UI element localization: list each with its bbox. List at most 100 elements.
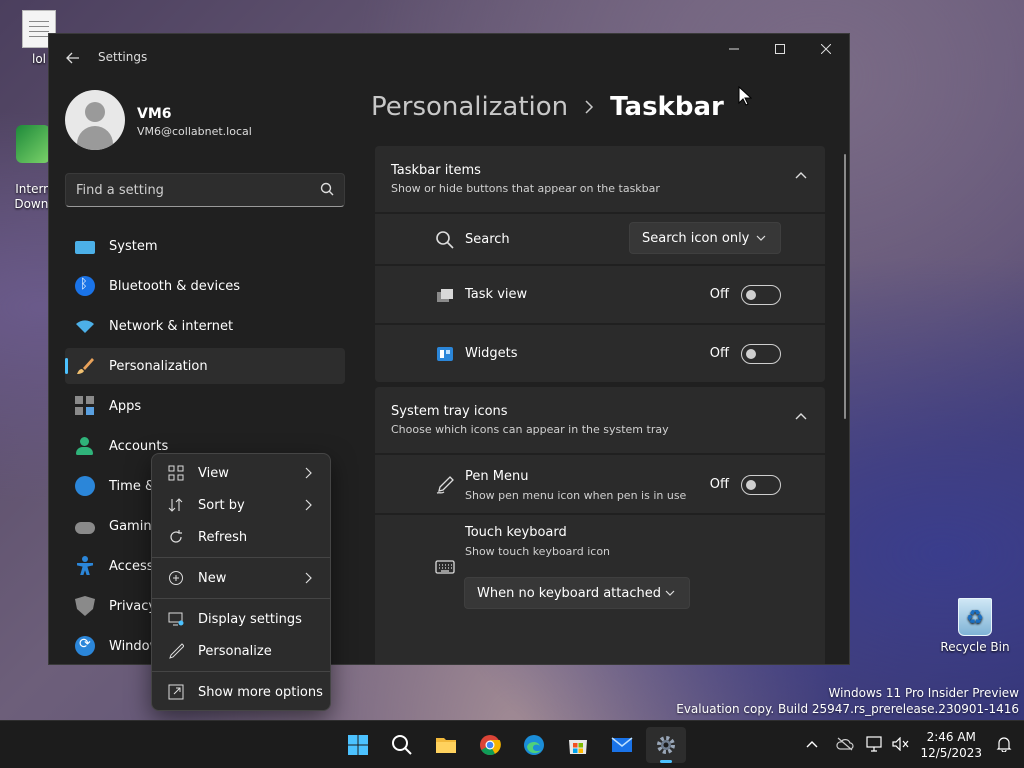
menu-separator [152, 671, 330, 672]
volume-muted-icon[interactable] [892, 737, 910, 751]
taskbar-settings[interactable] [646, 727, 686, 763]
menu-item-show-more-options[interactable]: Show more options [156, 677, 326, 707]
edge-icon [524, 735, 544, 755]
refresh-icon [170, 530, 182, 543]
sidebar-item-bluetooth[interactable]: Bluetooth & devices [65, 268, 345, 304]
chrome-icon [480, 735, 501, 756]
back-button[interactable] [61, 46, 85, 70]
cloud-offline-icon[interactable] [836, 737, 854, 751]
task-view-icon [437, 289, 453, 302]
chevron-down-icon [756, 235, 766, 241]
taskbar: 2:46 AM 12/5/2023 [0, 720, 1024, 768]
sidebar-item-label: Network & internet [109, 318, 234, 334]
title-bar[interactable]: Settings [49, 34, 849, 82]
brush-icon [77, 358, 94, 374]
taskbar-mail[interactable] [602, 727, 642, 763]
search-icon [436, 231, 454, 249]
sidebar-item-label: System [109, 238, 158, 254]
section-title: Taskbar items [391, 163, 481, 178]
taskbar-edge[interactable] [514, 727, 554, 763]
accessibility-icon [75, 556, 95, 576]
pen-icon [169, 643, 184, 659]
globe-clock-icon [75, 476, 95, 496]
taskbar-items-header[interactable]: Taskbar items Show or hide buttons that … [375, 146, 825, 212]
minimize-button[interactable] [711, 34, 757, 66]
arrow-left-icon [66, 52, 79, 64]
gamepad-icon [75, 521, 95, 534]
menu-item-sort-by[interactable]: Sort by [156, 490, 326, 520]
system-tray-header[interactable]: System tray icons Choose which icons can… [375, 387, 825, 453]
taskbar-chrome[interactable] [470, 727, 510, 763]
scrollbar[interactable] [844, 154, 846, 419]
menu-item-refresh[interactable]: Refresh [156, 522, 326, 552]
sidebar-item-personalization[interactable]: Personalization [65, 348, 345, 384]
breadcrumb-parent[interactable]: Personalization [371, 92, 568, 122]
pen-icon [436, 476, 454, 494]
download-manager-icon [16, 125, 50, 163]
chevron-right-icon [585, 100, 594, 114]
network-icon[interactable] [866, 736, 884, 752]
store-icon [569, 740, 587, 754]
section-description: Choose which icons can appear in the sys… [391, 423, 669, 436]
section-description: Show or hide buttons that appear on the … [391, 182, 660, 195]
monitor-icon [75, 240, 95, 254]
start-button[interactable] [338, 727, 378, 763]
row-label: Pen Menu [465, 469, 529, 484]
menu-item-label: Show more options [198, 684, 323, 700]
row-label: Search [465, 232, 510, 247]
chevron-up-icon[interactable] [795, 170, 807, 182]
mouse-cursor-icon [738, 86, 752, 106]
folder-icon [436, 738, 456, 753]
search-input[interactable] [66, 174, 306, 206]
sidebar-item-apps[interactable]: Apps [65, 388, 345, 424]
pen-menu-row: Pen Menu Show pen menu icon when pen is … [375, 453, 825, 513]
gear-icon [657, 736, 675, 754]
page-title: Taskbar [610, 92, 724, 122]
row-label: Widgets [465, 346, 518, 361]
menu-item-new[interactable]: New [156, 563, 326, 593]
menu-item-view[interactable]: View [156, 458, 326, 488]
taskbar-store[interactable] [558, 727, 598, 763]
touch-keyboard-dropdown[interactable]: When no keyboard attached [464, 577, 690, 609]
grid-icon [168, 465, 184, 481]
section-title: System tray icons [391, 404, 508, 419]
close-icon [820, 43, 832, 55]
toggle-state: Off [709, 346, 729, 361]
dropdown-value: When no keyboard attached [477, 585, 661, 601]
chevron-up-icon[interactable] [806, 739, 818, 749]
widgets-icon [437, 347, 453, 361]
search-box[interactable] [65, 173, 345, 207]
chevron-up-icon[interactable] [795, 411, 807, 423]
menu-item-label: Personalize [198, 643, 272, 659]
notification-bell-icon[interactable] [996, 736, 1012, 752]
clock[interactable]: 2:46 AM 12/5/2023 [920, 729, 982, 761]
task-view-toggle[interactable] [741, 285, 781, 305]
plus-circle-icon [169, 571, 183, 585]
chevron-right-icon [305, 572, 312, 584]
keyboard-icon [435, 560, 455, 574]
desktop-icon-recycle-bin[interactable]: Recycle Bin [940, 598, 1010, 654]
search-icon[interactable] [320, 182, 334, 196]
shield-icon [75, 596, 95, 616]
widgets-toggle[interactable] [741, 344, 781, 364]
menu-item-display-settings[interactable]: Display settings [156, 604, 326, 634]
person-icon [75, 436, 95, 456]
menu-item-personalize[interactable]: Personalize [156, 636, 326, 666]
close-button[interactable] [803, 34, 849, 66]
open-external-icon [168, 684, 184, 700]
search-mode-dropdown[interactable]: Search icon only [629, 222, 781, 254]
taskbar-file-explorer[interactable] [426, 727, 466, 763]
chevron-right-icon [305, 467, 312, 479]
search-row: Search Search icon only [375, 212, 825, 264]
system-tray: 2:46 AM 12/5/2023 [800, 721, 1024, 768]
wifi-icon [76, 320, 94, 333]
sidebar-item-label: Accounts [109, 438, 169, 454]
taskbar-search-button[interactable] [382, 727, 422, 763]
pen-menu-toggle[interactable] [741, 475, 781, 495]
display-icon [168, 612, 184, 626]
sidebar-item-network[interactable]: Network & internet [65, 308, 345, 344]
maximize-button[interactable] [757, 34, 803, 66]
menu-separator [152, 557, 330, 558]
avatar[interactable] [65, 90, 125, 150]
sidebar-item-system[interactable]: System [65, 228, 345, 264]
